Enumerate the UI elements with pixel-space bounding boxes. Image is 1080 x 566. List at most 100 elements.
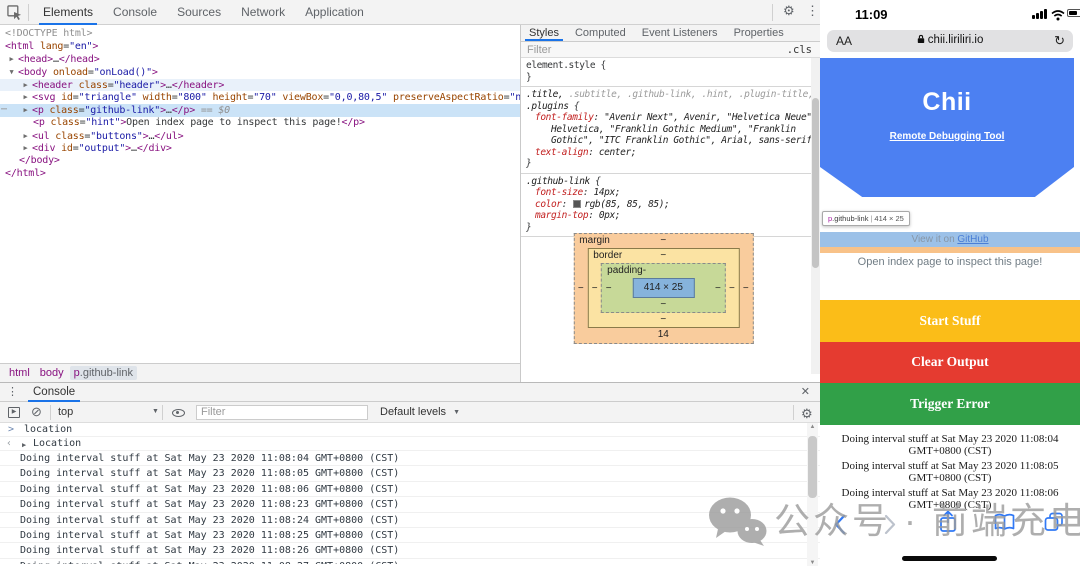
dom-tree-node[interactable]: ▶ <head>…</head> <box>0 53 520 66</box>
dom-tree-node[interactable]: ▶ <svg id="triangle" width="800" height="… <box>0 91 520 104</box>
refresh-icon[interactable]: ↻ <box>1054 33 1065 49</box>
output-line: Doing interval stuff at Sat May 23 2020 … <box>841 460 1059 473</box>
css-rule[interactable]: .github-link {font-size: 14px; color: rgb… <box>521 174 820 237</box>
dom-tree-node[interactable]: <html lang="en"> <box>0 41 520 54</box>
scroll-up-icon[interactable]: ▲ <box>807 424 818 430</box>
console-scrollbar-thumb[interactable] <box>808 436 817 498</box>
github-link-row-highlighted: View it on GitHub <box>820 232 1080 247</box>
dom-tree-node[interactable]: <!DOCTYPE html> <box>0 28 520 41</box>
expand-arrow-icon[interactable]: ▶ <box>19 79 32 92</box>
css-rule[interactable]: .title, .subtitle, .github-link, .hint, … <box>521 87 820 174</box>
dom-tree-node[interactable]: </body> <box>0 155 520 168</box>
output-log-entry: Doing interval stuff at Sat May 23 2020 … <box>820 460 1080 485</box>
chevron-down-icon: ▼ <box>152 408 159 415</box>
styles-filter-input[interactable]: Filter <box>527 44 551 56</box>
inspect-element-icon[interactable] <box>5 4 23 21</box>
dom-tree-node[interactable]: ▼ <body onload="onLoad()"> <box>0 66 520 79</box>
console-sidebar-toggle-icon[interactable]: ▶ <box>8 407 20 418</box>
console-result-row[interactable]: ‹ ▶ Location <box>0 437 820 451</box>
dom-tree-node[interactable]: ▶ <ul class="buttons">…</ul> <box>0 130 520 143</box>
chevron-down-icon: ▼ <box>453 409 461 416</box>
tab-console[interactable]: Console <box>103 0 167 25</box>
output-log: Doing interval stuff at Sat May 23 2020 … <box>820 433 1080 514</box>
margin-label: margin <box>579 235 610 246</box>
tab-sources[interactable]: Sources <box>167 0 231 25</box>
expand-arrow-icon[interactable]: ▶ <box>19 104 32 117</box>
styles-tab-event-listeners[interactable]: Event Listeners <box>634 25 726 41</box>
share-icon[interactable] <box>938 510 958 539</box>
collapse-arrow-icon[interactable]: ▼ <box>5 66 18 79</box>
address-field[interactable]: chii.liriliri.io <box>827 34 1073 46</box>
border-label: border <box>593 250 623 261</box>
drawer-menu-icon[interactable]: ⋮ <box>7 385 18 398</box>
scroll-down-icon[interactable]: ▼ <box>807 560 818 566</box>
forward-icon[interactable] <box>884 514 896 540</box>
subtitle-link[interactable]: Remote Debugging Tool <box>820 131 1074 142</box>
styles-tab-styles[interactable]: Styles <box>521 25 567 41</box>
devtools-menu-icon[interactable]: ⋮ <box>806 3 819 19</box>
box-model-diagram[interactable]: margin − − border − − padding- − 414 × 2… <box>573 233 754 344</box>
dom-tree-node[interactable]: ▶ <div id="output">…</div> <box>0 142 520 155</box>
output-line: GMT+0800 (CST) <box>908 445 992 458</box>
code-segment: <head> <box>18 54 53 66</box>
console-context-selector[interactable]: top <box>58 402 73 423</box>
breadcrumb-item[interactable]: html <box>5 366 34 380</box>
styles-scrollbar[interactable] <box>811 58 820 374</box>
console-settings-gear-icon[interactable]: ⚙ <box>801 404 813 425</box>
console-input-echo[interactable]: > location <box>0 423 820 437</box>
console-filter-input[interactable]: Filter <box>196 405 368 420</box>
breadcrumb-item[interactable]: p.github-link <box>69 366 137 380</box>
css-rule[interactable]: element.style {} <box>521 58 820 87</box>
clear-output-button[interactable]: Clear Output <box>820 341 1080 383</box>
styles-tab-properties[interactable]: Properties <box>726 25 792 41</box>
github-link[interactable]: GitHub <box>957 234 988 245</box>
tabs-icon[interactable] <box>1044 512 1064 537</box>
expand-arrow-icon[interactable]: ▶ <box>22 438 26 452</box>
breadcrumb-item[interactable]: body <box>36 366 68 380</box>
bookmarks-icon[interactable] <box>994 513 1015 536</box>
expand-arrow-icon[interactable]: ▶ <box>19 130 32 143</box>
home-indicator[interactable] <box>902 556 997 561</box>
code-segment: "hint" <box>85 116 121 128</box>
styles-scrollbar-thumb[interactable] <box>812 98 819 268</box>
css-rule-line: margin-top: 0px; <box>521 210 820 222</box>
expand-arrow-icon[interactable]: ▶ <box>5 53 18 66</box>
code-segment: Helvetica, "Franklin Gothic Medium", "Fr… <box>551 123 796 135</box>
code-segment: .title, <box>526 89 564 100</box>
css-rule-line: text-align: center; <box>521 147 820 159</box>
code-segment: "onLoad()" <box>93 67 152 79</box>
dom-tree-node[interactable]: ▶ <header class="header">…</header> <box>0 78 520 92</box>
devtools-tab-bar: Elements Console Sources Network Application <box>33 0 374 25</box>
console-scrollbar[interactable]: ▲ ▼ <box>807 423 818 566</box>
dom-tree-node[interactable]: ⋯ ▶ <p class="github-link">…</p> == $0 <box>0 104 520 117</box>
log-levels-dropdown[interactable]: Default levels ▼ <box>380 402 460 423</box>
dom-tree-node[interactable]: </html> <box>0 168 520 181</box>
expand-arrow-icon[interactable]: ▶ <box>19 142 32 155</box>
margin-top-value: − <box>660 235 667 246</box>
css-rule-line: color: rgb(85, 85, 85); <box>521 199 820 211</box>
devtools-window: Elements Console Sources Network Application… <box>0 0 820 566</box>
live-expression-eye-icon[interactable] <box>172 409 185 417</box>
styles-filter-row: Filter .cls <box>521 42 820 58</box>
styles-tab-computed[interactable]: Computed <box>567 25 634 41</box>
back-icon[interactable] <box>834 514 846 540</box>
cls-button[interactable]: .cls <box>787 44 812 56</box>
tab-application[interactable]: Application <box>295 0 374 25</box>
code-segment: .plugins <box>526 100 569 112</box>
safari-url-bar[interactable]: AA chii.liriliri.io ↻ <box>827 30 1073 52</box>
start-stuff-button[interactable]: Start Stuff <box>820 300 1080 342</box>
expand-arrow-icon[interactable]: ▶ <box>19 91 32 104</box>
console-tab[interactable]: Console <box>24 383 84 402</box>
tab-elements[interactable]: Elements <box>33 0 103 25</box>
dom-tree-node[interactable]: <p class="hint">Open index page to inspe… <box>0 117 520 130</box>
css-rule-line: .plugins { <box>521 101 820 113</box>
page-title: Chii <box>922 88 972 116</box>
trigger-error-button[interactable]: Trigger Error <box>820 383 1080 425</box>
settings-gear-icon[interactable]: ⚙ <box>783 3 795 19</box>
tab-network[interactable]: Network <box>231 0 295 25</box>
code-segment: "70" <box>253 92 277 104</box>
phone-viewport: 11:09 AA chii.liriliri.io ↻ Chii Remote … <box>820 0 1080 566</box>
clear-console-icon[interactable]: ⊘ <box>31 404 42 420</box>
return-value-icon: ‹ <box>6 438 13 449</box>
close-drawer-icon[interactable]: ✕ <box>801 385 810 398</box>
